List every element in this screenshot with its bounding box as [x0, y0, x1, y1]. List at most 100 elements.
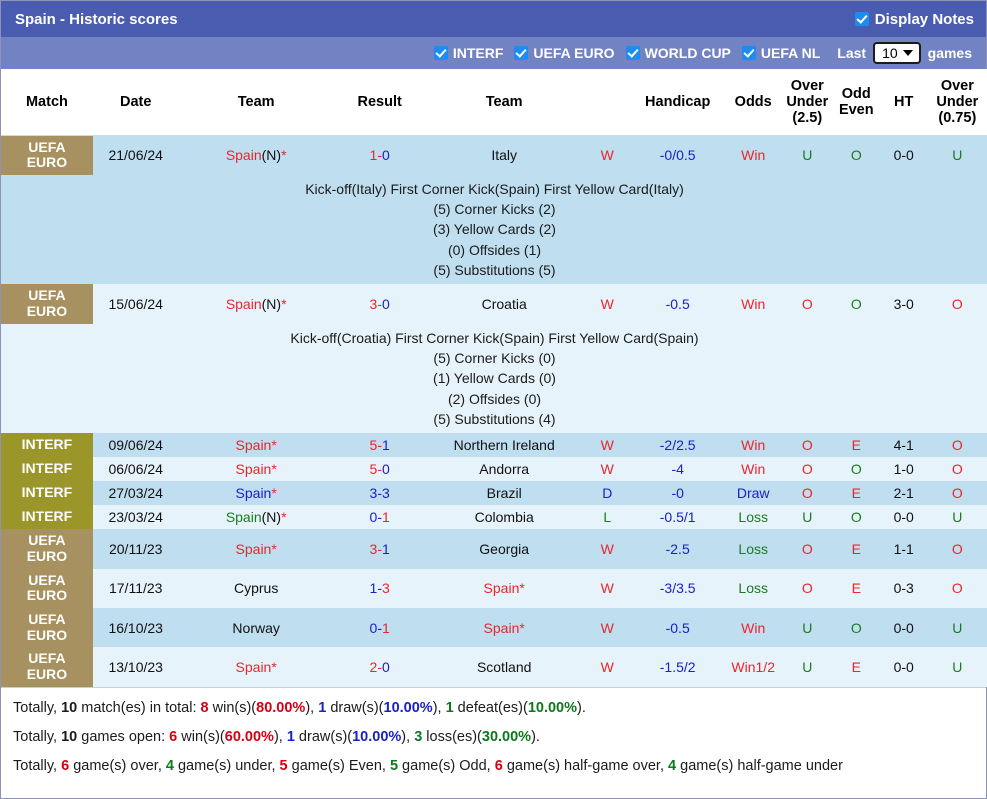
away-team-cell[interactable]: Andorra [425, 457, 583, 482]
col-header-result[interactable]: Result [333, 69, 426, 136]
match-date: 16/10/23 [92, 607, 179, 648]
over-under-075: U [926, 607, 987, 648]
league-badge[interactable]: UEFA EURO [1, 135, 93, 175]
col-header-odds[interactable]: Odds [723, 69, 783, 136]
checkbox-icon-interf[interactable] [433, 46, 448, 60]
col-header-ht[interactable]: HT [880, 69, 927, 136]
away-team-cell[interactable]: Scotland [425, 647, 583, 687]
league-badge[interactable]: INTERF [1, 457, 93, 482]
col-header-match[interactable]: Match [1, 69, 93, 136]
col-header-over-under-25[interactable]: Over Under (2.5) [782, 69, 832, 136]
league-badge-line: EURO [26, 154, 68, 171]
checkbox-icon-uefa-nl[interactable] [741, 46, 756, 60]
games-count-select[interactable]: 10 [873, 42, 921, 64]
s3-t6: game(s) half-game over, [502, 757, 669, 774]
odd-even: O [831, 457, 881, 482]
s3-half-under: 4 [668, 757, 677, 774]
table-row[interactable]: UEFA EURO 17/11/23 Cyprus 1-3 Spain* W -3/3.5 Lo… [1, 568, 987, 608]
col-header-team-away[interactable]: Team [425, 69, 583, 136]
col-header-date[interactable]: Date [92, 69, 179, 136]
filter-label-world-cup: WORLD CUP [644, 45, 731, 61]
table-row[interactable]: UEFA EURO 13/10/23 Spain* 2-0 Scotland W -1.5/2… [1, 647, 987, 687]
score-away: 0 [382, 296, 390, 312]
league-badge[interactable]: INTERF [1, 481, 93, 506]
table-row[interactable]: UEFA EURO 15/06/24 Spain(N)* 3-0 Croatia W -0.5… [1, 284, 987, 324]
away-team-cell[interactable]: Colombia [425, 505, 583, 530]
over-under-25-text: O [801, 437, 813, 454]
home-team-cell[interactable]: Norway [178, 607, 334, 648]
filter-uefa-nl[interactable]: UEFA NL [741, 45, 820, 61]
league-badge[interactable]: INTERF [1, 433, 93, 458]
checkbox-icon-display-notes[interactable] [854, 12, 869, 26]
league-badge[interactable]: INTERF [1, 505, 93, 530]
table-row[interactable]: UEFA EURO 21/06/24 Spain(N)* 1-0 Italy W -0/0.5… [1, 135, 987, 175]
home-team-cell[interactable]: Spain(N)* [178, 284, 334, 324]
away-team-star: * [519, 619, 525, 636]
col-header-handicap[interactable]: Handicap [631, 69, 724, 136]
filter-uefa-euro[interactable]: UEFA EURO [514, 45, 615, 61]
table-row[interactable]: INTERF 09/06/24 Spain* 5-1 Northern Ireland W… [1, 433, 987, 458]
col-header-odd-even[interactable]: Odd Even [831, 69, 881, 136]
home-team-star: * [281, 296, 287, 312]
home-team-cell[interactable]: Spain* [178, 647, 334, 687]
away-team-cell[interactable]: Northern Ireland [425, 433, 583, 458]
checkbox-icon-uefa-euro[interactable] [514, 46, 529, 60]
league-badge[interactable]: UEFA EURO [1, 284, 93, 324]
score-away: 1 [382, 619, 390, 636]
table-row[interactable]: INTERF 06/06/24 Spain* 5-0 Andorra W -4 Win O O 1-… [1, 457, 987, 482]
odd-even: O [831, 135, 881, 175]
home-team-cell[interactable]: Spain* [178, 433, 334, 458]
half-time-score-text: 2-1 [893, 485, 914, 502]
col-header-team-home[interactable]: Team [178, 69, 334, 136]
table-row[interactable]: UEFA EURO 16/10/23 Norway 0-1 Spain* W -0.5 Win U… [1, 607, 987, 648]
odd-even-text: E [851, 485, 861, 502]
odd-even: E [831, 568, 881, 608]
filter-interf[interactable]: INTERF [433, 45, 503, 61]
home-team-cell[interactable]: Spain(N)* [178, 135, 334, 175]
col-header-over-under-075[interactable]: Over Under (0.75) [926, 69, 987, 136]
away-team-cell[interactable]: Spain* [425, 607, 583, 648]
home-team-cell[interactable]: Spain* [178, 457, 334, 482]
summary-line-open: Totally, 10 games open: 6 win(s)(60.00%)… [11, 723, 976, 752]
home-team-cell[interactable]: Cyprus [178, 568, 334, 608]
league-badge[interactable]: UEFA EURO [1, 607, 93, 648]
home-team-cell[interactable]: Spain* [178, 529, 334, 569]
away-team-cell[interactable]: Spain* [425, 568, 583, 608]
table-row[interactable]: UEFA EURO 20/11/23 Spain* 3-1 Georgia W -2.5 Los… [1, 529, 987, 569]
away-team-cell[interactable]: Croatia [425, 284, 583, 324]
league-badge[interactable]: UEFA EURO [1, 647, 93, 687]
checkbox-icon-world-cup[interactable] [625, 46, 640, 60]
away-team-cell[interactable]: Brazil [425, 481, 583, 506]
match-result: 5-1 [333, 433, 426, 458]
odd-even-text: O [850, 147, 862, 164]
display-notes-toggle[interactable]: Display Notes [854, 11, 974, 28]
home-team-cell[interactable]: Spain(N)* [178, 505, 334, 530]
odd-even-text: E [851, 580, 861, 597]
handicap-value-text: -3/3.5 [659, 580, 696, 597]
home-team-neutral-flag: (N) [261, 147, 282, 164]
home-team-name: Spain [235, 485, 272, 502]
odd-even-text: O [850, 461, 862, 478]
match-date-text: 06/06/24 [108, 461, 163, 478]
away-team-cell[interactable]: Italy [425, 135, 583, 175]
match-result: 1-3 [333, 568, 426, 608]
match-result: 2-0 [333, 647, 426, 687]
table-row[interactable]: INTERF 27/03/24 Spain* 3-3 Brazil D -0 Draw O E 2-… [1, 481, 987, 506]
table-row[interactable]: INTERF 23/03/24 Spain(N)* 0-1 Colombia L -0.5/… [1, 505, 987, 530]
home-team-cell[interactable]: Spain* [178, 481, 334, 506]
away-team-name: Spain [483, 580, 520, 597]
league-badge[interactable]: UEFA EURO [1, 529, 93, 569]
filter-world-cup[interactable]: WORLD CUP [625, 45, 731, 61]
match-result: 3-0 [333, 284, 426, 324]
s2-win-pct: 60.00% [224, 728, 274, 745]
win-draw-loss-text: L [603, 509, 612, 526]
home-team-star: * [281, 509, 287, 526]
league-badge[interactable]: UEFA EURO [1, 568, 93, 608]
over-under-075-text: O [951, 296, 963, 312]
league-badge-line: UEFA [28, 138, 66, 155]
s2-t6: ), [401, 728, 415, 745]
away-team-cell[interactable]: Georgia [425, 529, 583, 569]
odds-result-text: Loss [738, 509, 768, 526]
win-draw-loss-text: W [600, 147, 614, 164]
away-team-name: Northern Ireland [453, 437, 555, 454]
